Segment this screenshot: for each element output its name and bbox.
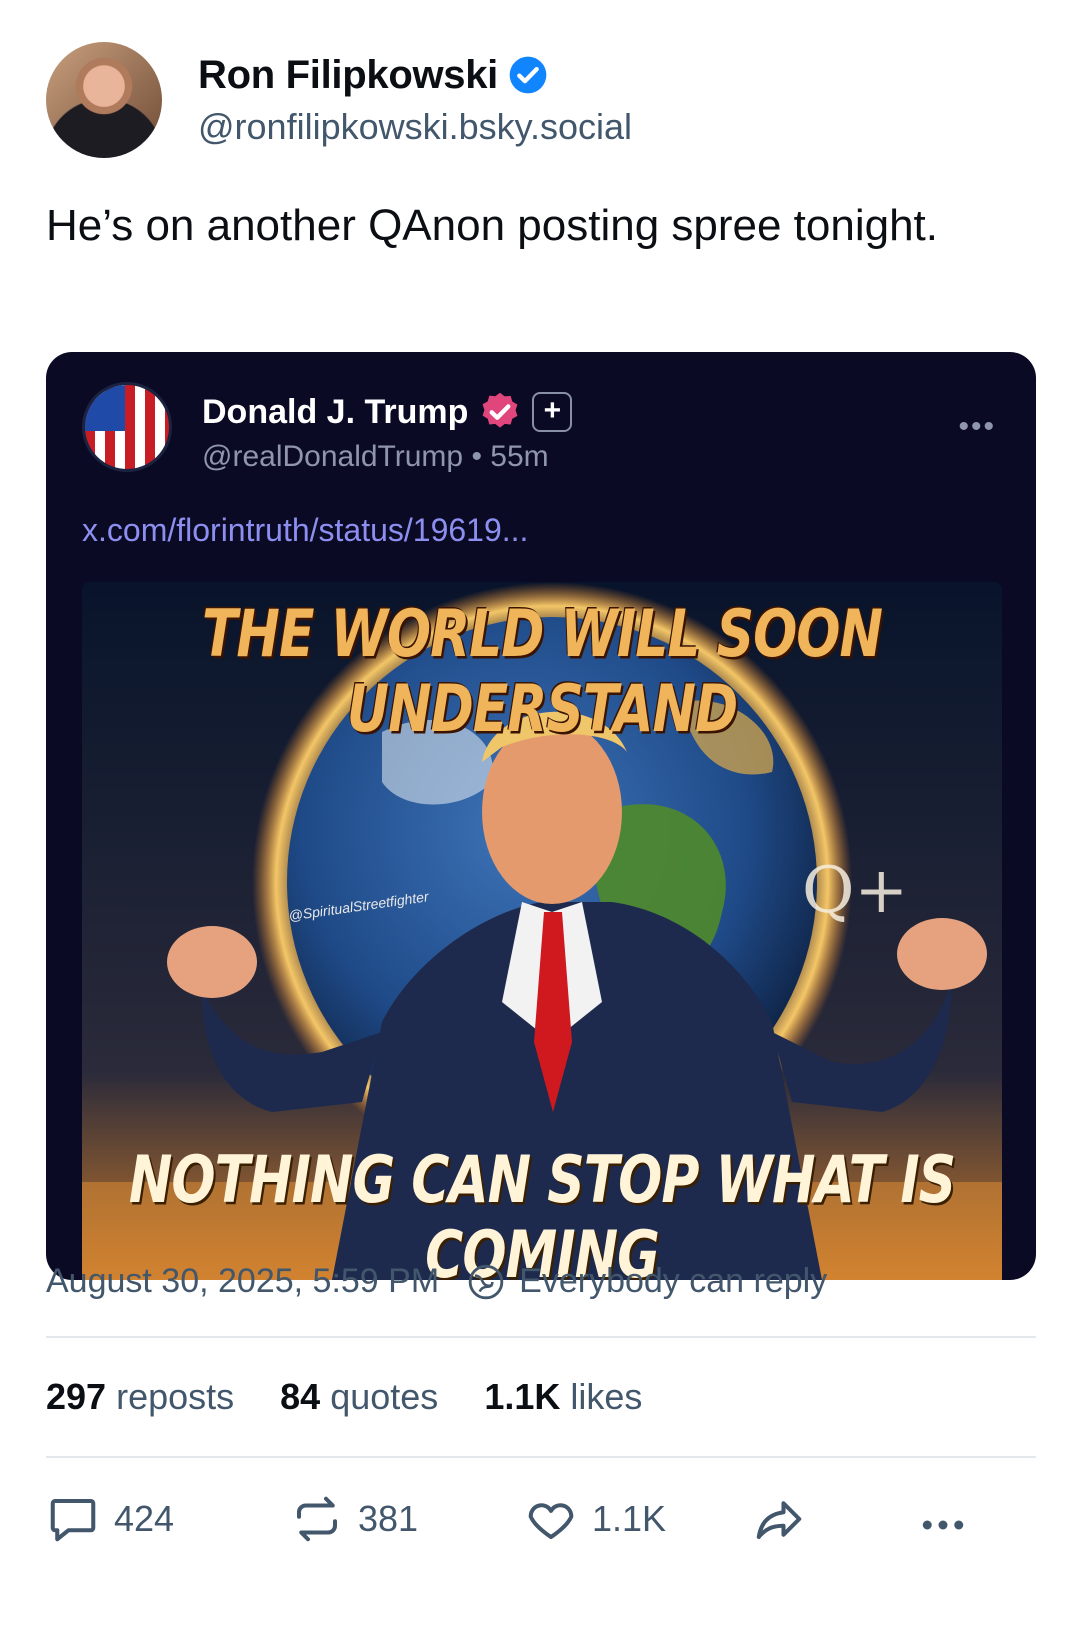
image-headline-top: THE WORLD WILL SOON UNDERSTAND	[201, 597, 883, 747]
post-timestamp[interactable]: August 30, 2025, 5:59 PM	[46, 1262, 439, 1301]
svg-text:Q+: Q+	[802, 854, 908, 928]
reply-count: 424	[114, 1498, 175, 1539]
post-text: He’s on another QAnon posting spree toni…	[46, 201, 939, 250]
share-button[interactable]	[752, 1492, 820, 1546]
embed-handle-time: @realDonaldTrump • 55m	[202, 440, 549, 473]
reply-setting-label[interactable]: Everybody can reply	[519, 1262, 827, 1301]
repost-button[interactable]: 381	[290, 1492, 418, 1546]
share-icon	[756, 1501, 802, 1540]
post-author: Ron Filipkowski @ronfilipkowski.bsky.soc…	[46, 42, 632, 158]
embed-more-icon[interactable]: •••	[958, 410, 996, 444]
verified-badge-icon	[482, 392, 518, 428]
post-page: Ron Filipkowski @ronfilipkowski.bsky.soc…	[0, 0, 1080, 1645]
more-icon	[922, 1520, 964, 1530]
heart-icon	[528, 1503, 574, 1540]
like-count: 1.1K	[592, 1498, 667, 1539]
verified-check-icon[interactable]	[508, 55, 548, 95]
reply-setting-icon	[468, 1264, 504, 1299]
image-headline-bottom: NOTHING CAN STOP WHAT IS COMING	[128, 1143, 956, 1280]
more-options-button[interactable]	[916, 1498, 984, 1552]
reposts-count[interactable]: 297 reposts	[46, 1376, 234, 1418]
embedded-post-card[interactable]: Donald J. Trump + @realDonaldTrump • 55m…	[46, 352, 1036, 1280]
embed-link[interactable]: x.com/florintruth/status/19619...	[82, 512, 528, 549]
author-avatar[interactable]	[46, 42, 162, 158]
repost-icon	[296, 1496, 338, 1542]
embed-name-row: Donald J. Trump +	[202, 390, 573, 434]
author-display-name[interactable]: Ron Filipkowski	[198, 53, 498, 98]
author-text: Ron Filipkowski @ronfilipkowski.bsky.soc…	[198, 53, 632, 148]
embed-image[interactable]: Q+ THE WORLD WILL SOON UNDERSTAND @Spiri…	[82, 582, 1002, 1280]
embed-avatar[interactable]	[82, 382, 172, 472]
quotes-count[interactable]: 84 quotes	[280, 1376, 438, 1418]
plus-badge-icon: +	[532, 392, 573, 432]
embed-display-name[interactable]: Donald J. Trump	[202, 393, 468, 432]
author-handle[interactable]: @ronfilipkowski.bsky.social	[198, 106, 632, 148]
repost-count: 381	[358, 1498, 419, 1539]
likes-count[interactable]: 1.1K likes	[484, 1376, 642, 1418]
divider	[46, 1456, 1036, 1458]
post-meta-row: August 30, 2025, 5:59 PM Everybody can r…	[46, 1262, 827, 1301]
action-bar: 424 381 1.1K	[46, 1492, 1036, 1562]
divider	[46, 1336, 1036, 1338]
author-name-row: Ron Filipkowski	[198, 53, 632, 98]
engagement-counts: 297 reposts 84 quotes 1.1K likes	[46, 1376, 688, 1418]
reply-icon	[50, 1498, 96, 1542]
like-button[interactable]: 1.1K	[524, 1492, 666, 1546]
reply-button[interactable]: 424	[46, 1492, 174, 1546]
